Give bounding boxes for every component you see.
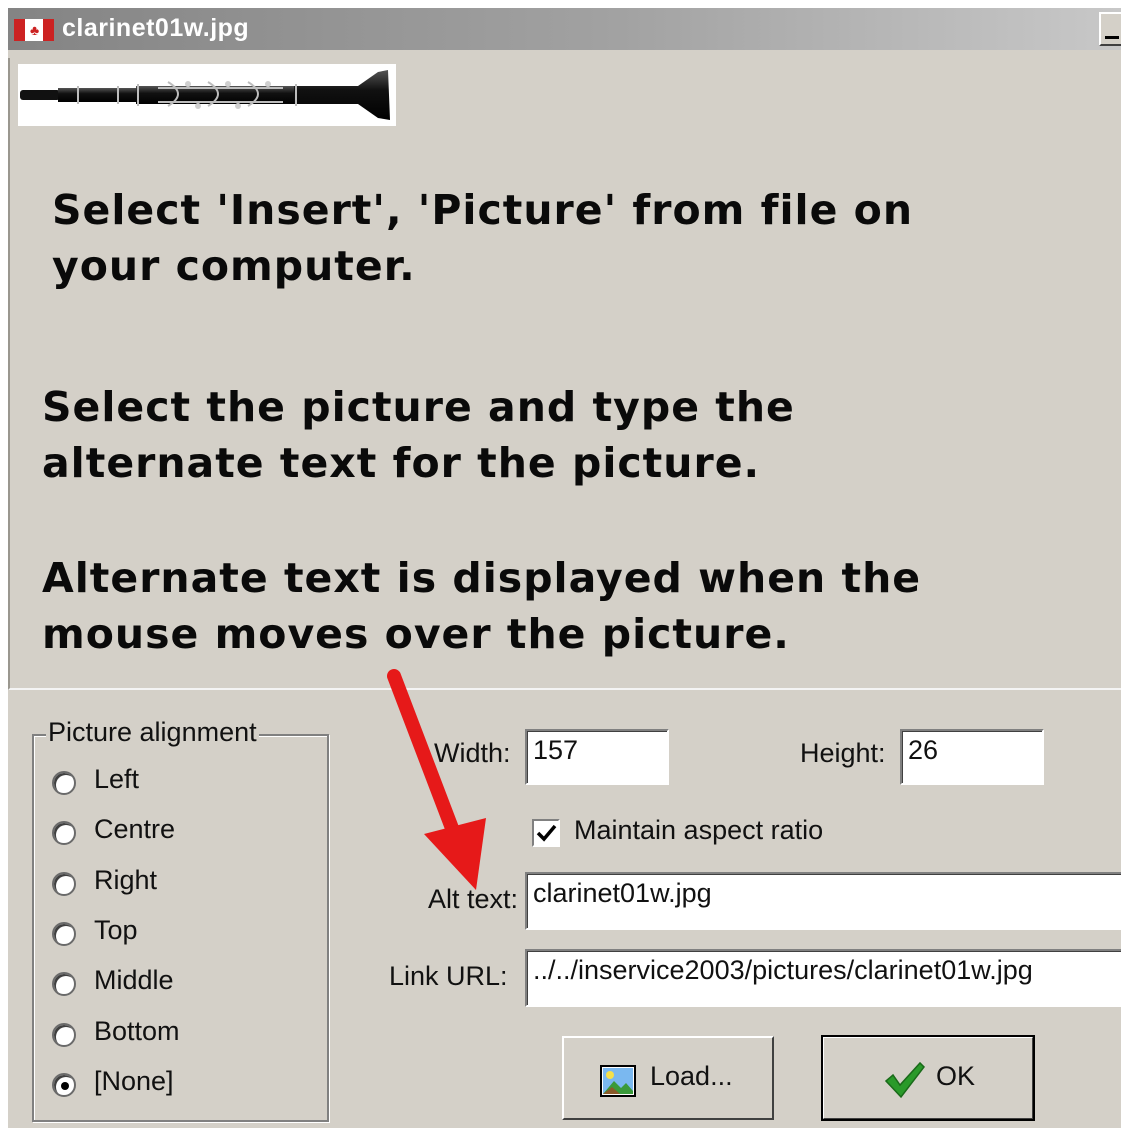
- minimize-button[interactable]: [1099, 12, 1121, 46]
- instruction-panel: Select 'Insert', 'Picture' from file on …: [8, 58, 1121, 690]
- clarinet-image: [18, 64, 396, 126]
- title-bar: ♣ clarinet01w.jpg: [8, 8, 1121, 50]
- radio-label: Top: [94, 915, 138, 945]
- link-url-input[interactable]: ../../inservice2003/pictures/clarinet01w…: [525, 949, 1121, 1007]
- instruction-insert-picture: Select 'Insert', 'Picture' from file on …: [52, 186, 914, 290]
- instruction-alt-text: Select the picture and type the alternat…: [42, 383, 795, 487]
- height-input[interactable]: 26: [900, 729, 1044, 785]
- width-input[interactable]: 157: [525, 729, 669, 785]
- picture-alignment-legend: Picture alignment: [46, 717, 259, 748]
- minimize-icon: [1105, 36, 1119, 39]
- radio-circle-icon: [52, 972, 76, 996]
- radio-label: Right: [94, 865, 158, 895]
- maintain-aspect-checkbox[interactable]: [532, 819, 560, 847]
- radio-circle-icon: [52, 872, 76, 896]
- radio-none[interactable]: [None]: [52, 1066, 272, 1104]
- radio-middle[interactable]: Middle: [52, 965, 272, 1003]
- radio-bottom[interactable]: Bottom: [52, 1016, 272, 1054]
- window-title: clarinet01w.jpg: [62, 14, 250, 42]
- radio-circle-icon: [52, 821, 76, 845]
- load-button[interactable]: Load...: [562, 1036, 774, 1120]
- radio-label: [None]: [94, 1066, 174, 1096]
- radio-circle-icon: [52, 1073, 76, 1097]
- radio-label: Centre: [94, 814, 176, 844]
- radio-circle-icon: [52, 1023, 76, 1047]
- radio-left[interactable]: Left: [52, 764, 272, 802]
- radio-centre[interactable]: Centre: [52, 814, 272, 852]
- radio-circle-icon: [52, 922, 76, 946]
- maintain-aspect-label: Maintain aspect ratio: [574, 815, 824, 845]
- instruction-mouse-over: Alternate text is displayed when the mou…: [42, 554, 922, 658]
- checkmark-icon: [536, 824, 557, 842]
- canada-flag-icon: ♣: [14, 19, 54, 41]
- radio-top[interactable]: Top: [52, 915, 272, 953]
- radio-label: Bottom: [94, 1016, 180, 1046]
- load-button-label: Load...: [650, 1061, 733, 1091]
- annotation-arrow-icon: [387, 669, 486, 890]
- alt-text-input[interactable]: clarinet01w.jpg: [525, 872, 1121, 930]
- green-checkmark-icon: [884, 1061, 925, 1099]
- radio-right[interactable]: Right: [52, 865, 272, 903]
- ok-button-label: OK: [936, 1061, 976, 1091]
- radio-label: Middle: [94, 965, 174, 995]
- ok-button[interactable]: OK: [821, 1035, 1035, 1121]
- height-label: Height:: [800, 738, 886, 768]
- dialog-window: ♣ clarinet01w.jpg Select 'Insert', 'Pict…: [8, 8, 1121, 1128]
- link-url-label: Link URL:: [389, 961, 508, 991]
- image-file-icon: [600, 1065, 636, 1097]
- radio-selected-dot-icon: [61, 1082, 69, 1090]
- radio-circle-icon: [52, 771, 76, 795]
- radio-label: Left: [94, 764, 140, 794]
